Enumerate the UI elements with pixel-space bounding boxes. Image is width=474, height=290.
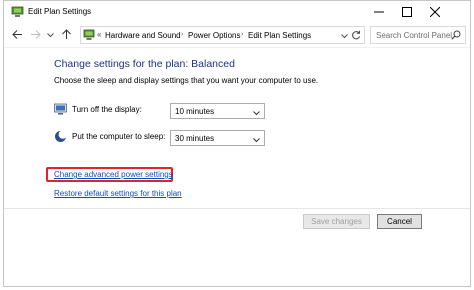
sleep-timeout-select[interactable]: 30 minutes xyxy=(170,130,265,146)
overflow-chevron[interactable]: « xyxy=(97,30,101,39)
breadcrumb-edit-plan-settings[interactable]: Edit Plan Settings xyxy=(248,31,311,40)
toolbar-divider xyxy=(4,47,470,48)
breadcrumb-hardware-and-sound[interactable]: Hardware and Sound xyxy=(105,31,181,40)
maximize-icon xyxy=(402,7,412,17)
arrow-left-icon xyxy=(12,29,22,41)
close-button[interactable] xyxy=(422,1,448,23)
restore-default-settings-link[interactable]: Restore default settings for this plan xyxy=(54,189,182,198)
title-bar: Edit Plan Settings xyxy=(4,1,470,23)
search-input[interactable]: Search Control Panel xyxy=(376,31,452,40)
chevron-down-icon xyxy=(253,136,260,145)
forward-button[interactable] xyxy=(29,27,43,43)
window-title: Edit Plan Settings xyxy=(28,7,92,16)
chevron-down-icon xyxy=(253,109,260,118)
navigation-bar: « Hardware and Sound › Power Options › E… xyxy=(4,24,470,46)
chevron-down-icon xyxy=(46,31,54,40)
address-dropdown-icon[interactable] xyxy=(341,32,348,41)
control-panel-icon xyxy=(83,29,95,41)
address-bar[interactable]: « Hardware and Sound › Power Options › E… xyxy=(80,26,365,44)
breadcrumb-power-options[interactable]: Power Options xyxy=(188,31,240,40)
minimize-icon xyxy=(374,7,384,17)
maximize-button[interactable] xyxy=(394,1,420,23)
minimize-button[interactable] xyxy=(366,1,392,23)
edit-plan-settings-window: Edit Plan Settings « Hardware and Sound … xyxy=(3,0,471,287)
change-advanced-power-settings-link[interactable]: Change advanced power settings xyxy=(54,170,173,179)
refresh-icon[interactable] xyxy=(351,30,361,42)
search-icon[interactable] xyxy=(451,30,461,42)
display-timeout-value: 10 minutes xyxy=(175,107,215,116)
sleep-timeout-value: 30 minutes xyxy=(175,134,215,143)
sleep-timeout-label: Put the computer to sleep: xyxy=(72,132,166,141)
save-changes-button[interactable]: Save changes xyxy=(303,214,370,229)
footer-divider xyxy=(4,208,470,209)
arrow-up-icon xyxy=(61,29,71,41)
cancel-button[interactable]: Cancel xyxy=(377,214,422,229)
close-icon xyxy=(430,7,440,17)
display-timeout-select[interactable]: 10 minutes xyxy=(170,103,265,119)
arrow-right-icon xyxy=(31,29,41,41)
up-button[interactable] xyxy=(59,27,73,43)
page-title: Change settings for the plan: Balanced xyxy=(54,58,235,70)
page-description: Choose the sleep and display settings th… xyxy=(54,76,319,85)
moon-icon xyxy=(54,130,67,143)
power-options-icon xyxy=(11,6,24,18)
recent-locations-button[interactable] xyxy=(45,27,55,43)
search-box[interactable]: Search Control Panel xyxy=(370,26,466,44)
monitor-icon xyxy=(54,103,67,116)
back-button[interactable] xyxy=(10,27,24,43)
breadcrumb-separator-icon[interactable]: › xyxy=(241,31,243,38)
display-timeout-label: Turn off the display: xyxy=(72,105,142,114)
breadcrumb-separator-icon[interactable]: › xyxy=(181,31,183,38)
